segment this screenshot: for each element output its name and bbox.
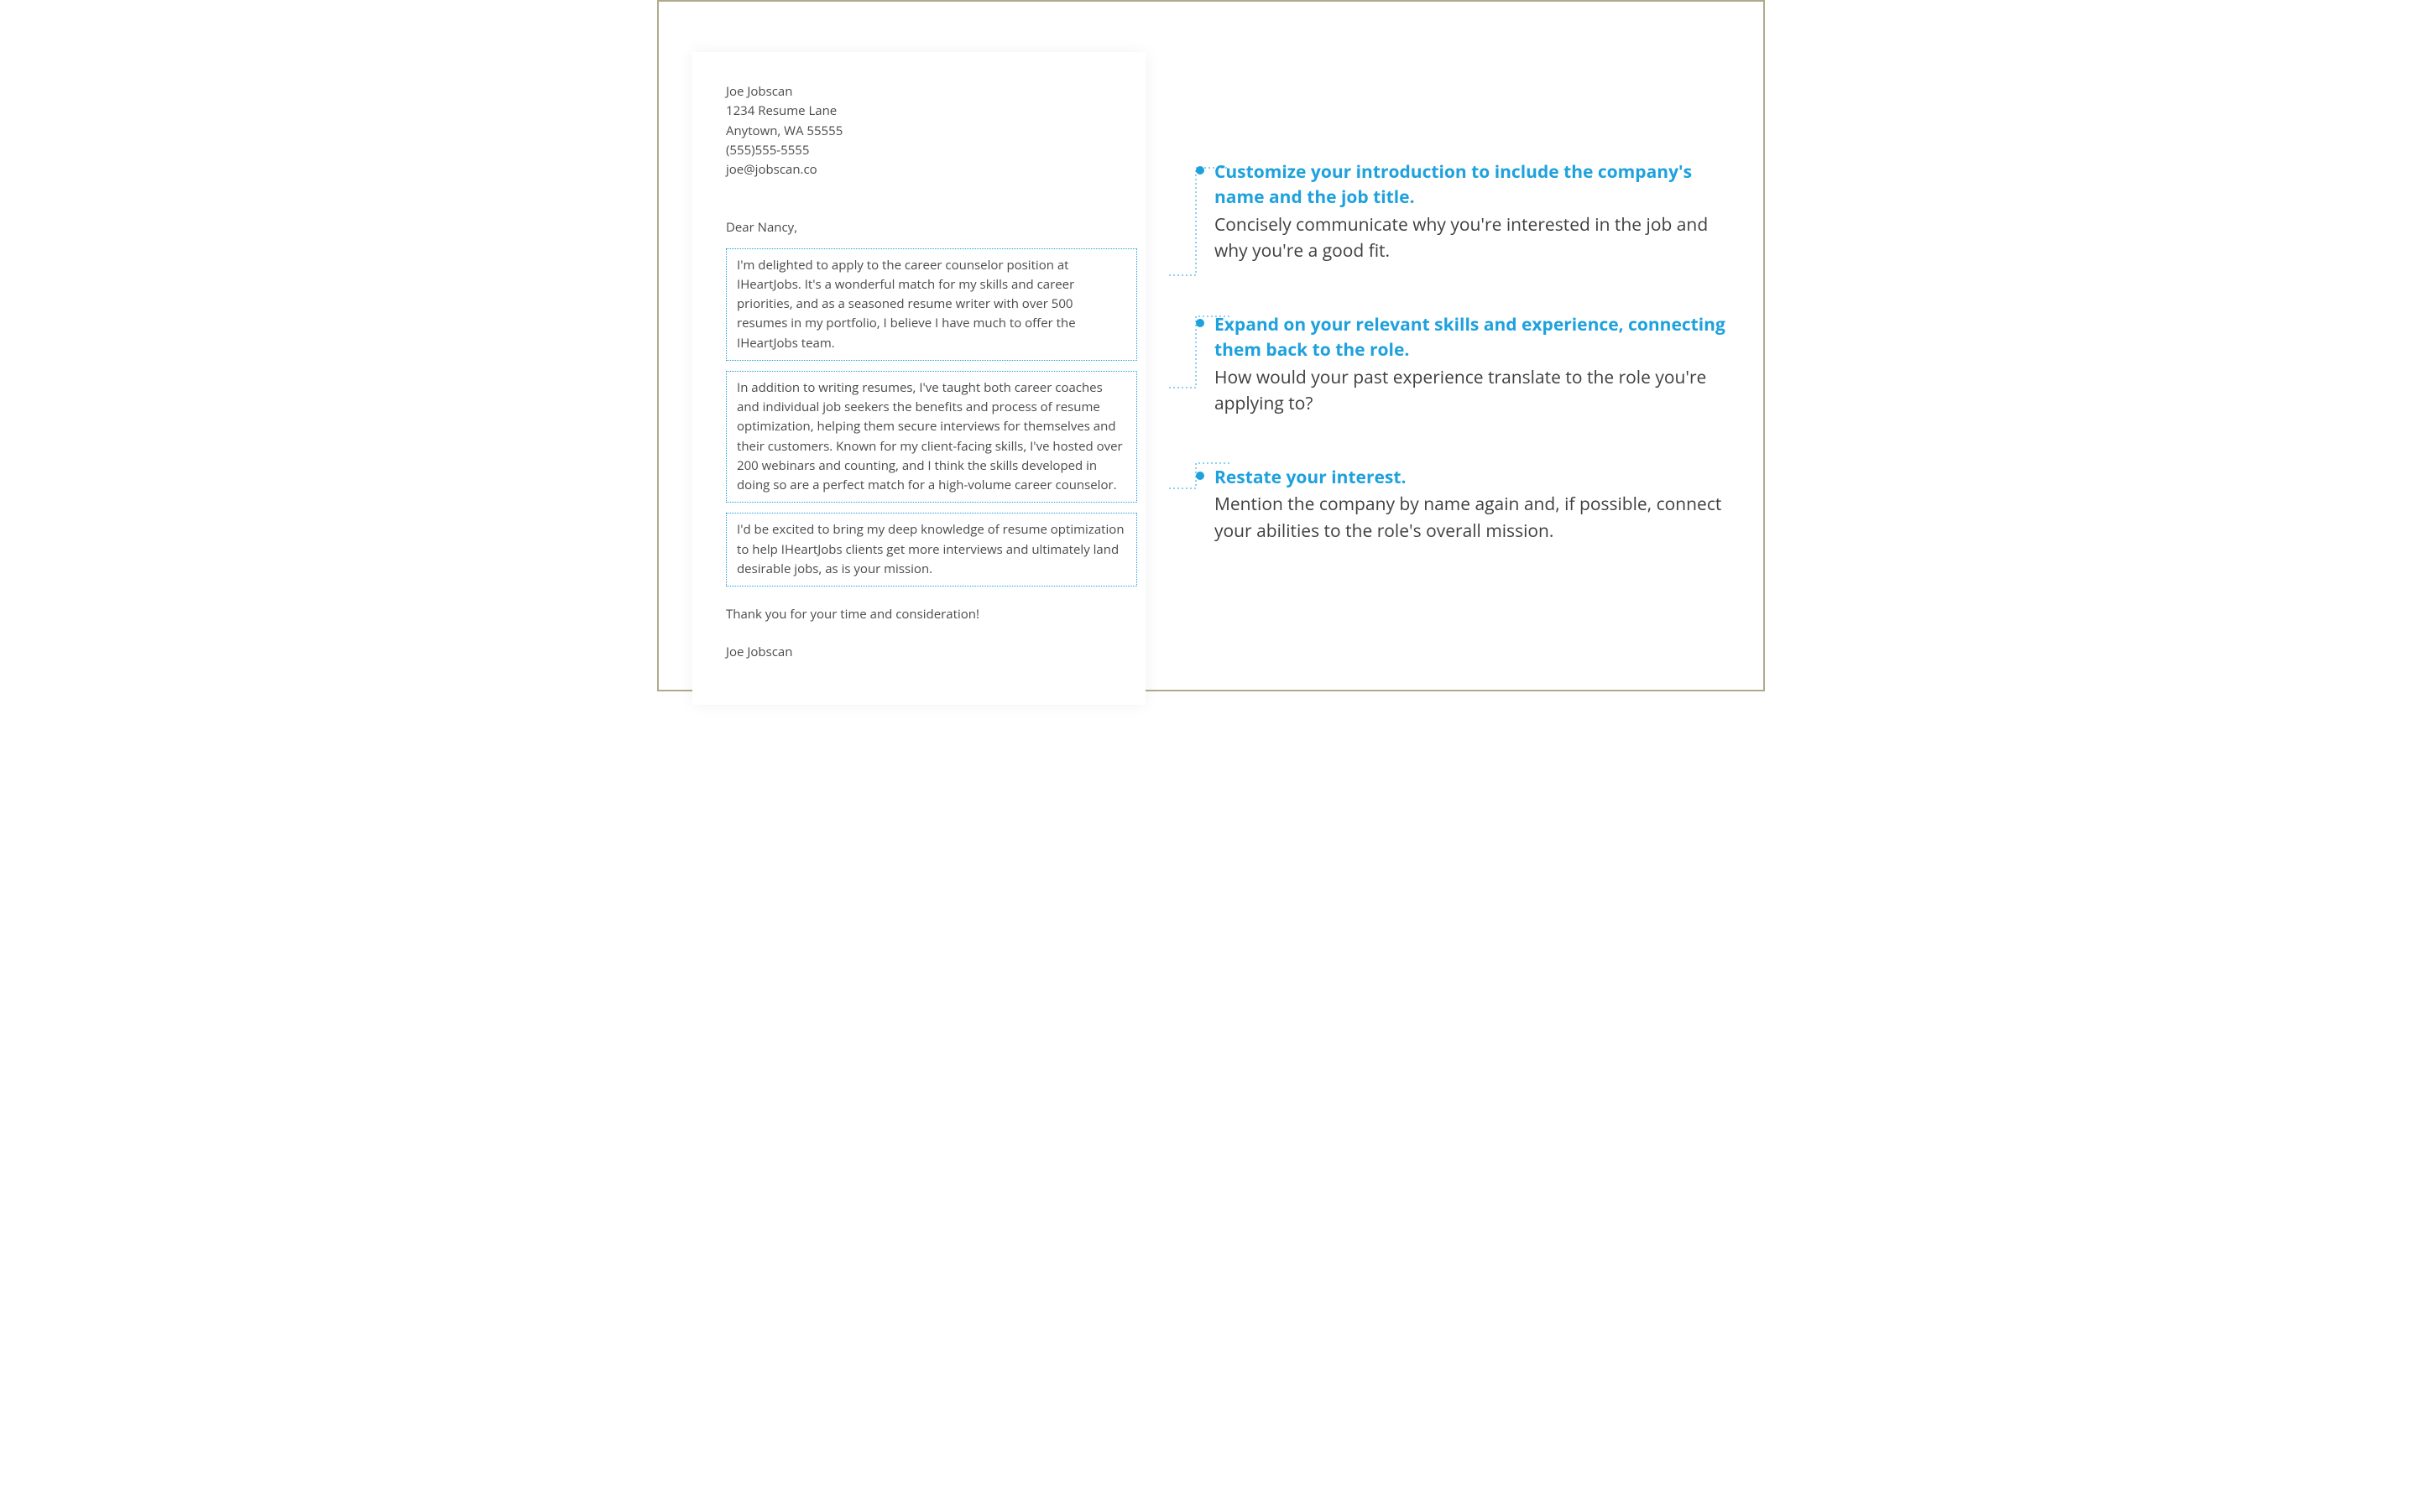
salutation: Dear Nancy,: [726, 218, 1137, 237]
tip-skills-title: Expand on your relevant skills and exper…: [1214, 312, 1730, 363]
signature: Joe Jobscan: [726, 643, 1137, 662]
sender-phone: (555)555-5555: [726, 141, 1112, 160]
sender-street: 1234 Resume Lane: [726, 102, 1112, 121]
tip-intro-body: Concisely communicate why you're interes…: [1214, 212, 1730, 265]
bullet-dot-icon: [1196, 319, 1204, 327]
skills-paragraph: In addition to writing resumes, I've tau…: [737, 379, 1123, 493]
intro-paragraph-box: I'm delighted to apply to the career cou…: [726, 248, 1137, 361]
closing-line: Thank you for your time and consideratio…: [726, 605, 1137, 624]
interest-paragraph: I'd be excited to bring my deep knowledg…: [737, 521, 1125, 577]
tip-skills: Expand on your relevant skills and exper…: [1196, 312, 1730, 418]
bullet-dot-icon: [1196, 472, 1204, 480]
tip-interest-title: Restate your interest.: [1214, 465, 1730, 490]
sender-block: Joe Jobscan 1234 Resume Lane Anytown, WA…: [726, 82, 1137, 180]
sender-email: joe@jobscan.co: [726, 160, 1112, 180]
tip-intro-title: Customize your introduction to include t…: [1214, 159, 1730, 211]
tip-skills-body: How would your past experience translate…: [1214, 365, 1730, 418]
diagram-frame: Joe Jobscan 1234 Resume Lane Anytown, WA…: [657, 0, 1765, 691]
tip-interest: Restate your interest. Mention the compa…: [1196, 465, 1730, 545]
tips-column: Customize your introduction to include t…: [1196, 52, 1730, 592]
sender-name: Joe Jobscan: [726, 82, 1112, 102]
sender-city: Anytown, WA 55555: [726, 122, 1112, 141]
bullet-dot-icon: [1196, 166, 1204, 175]
tip-intro: Customize your introduction to include t…: [1196, 159, 1730, 265]
tip-interest-body: Mention the company by name again and, i…: [1214, 492, 1730, 545]
interest-paragraph-box: I'd be excited to bring my deep knowledg…: [726, 513, 1137, 587]
cover-letter-card: Joe Jobscan 1234 Resume Lane Anytown, WA…: [692, 52, 1146, 705]
skills-paragraph-box: In addition to writing resumes, I've tau…: [726, 371, 1137, 503]
intro-paragraph: I'm delighted to apply to the career cou…: [737, 257, 1076, 352]
